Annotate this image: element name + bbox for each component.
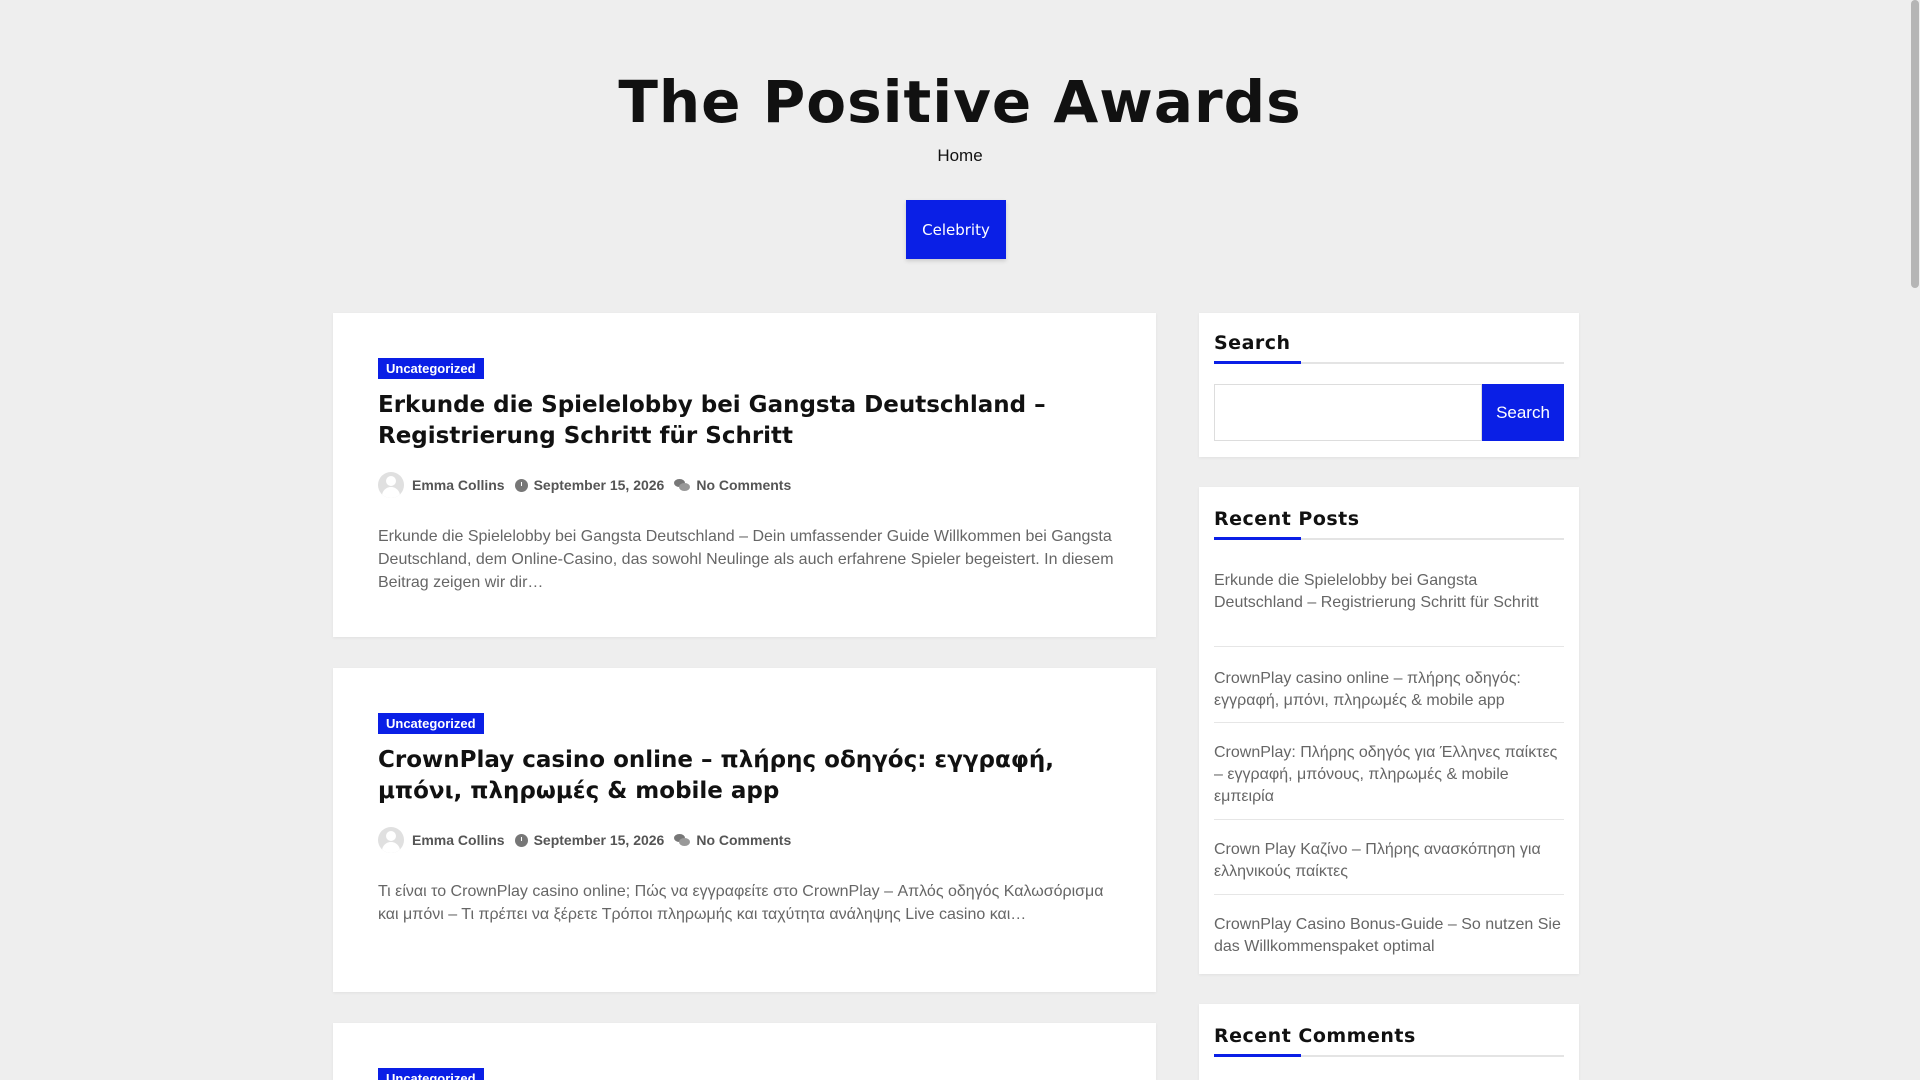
avatar[interactable] [378, 827, 404, 853]
search-input[interactable] [1214, 384, 1482, 441]
post-title[interactable]: Erkunde die Spielelobby bei Gangsta Deut… [378, 390, 1118, 452]
site-title[interactable]: The Positive Awards [0, 64, 1920, 140]
post-meta: Emma Collins September 15, 2026 No Comme… [378, 471, 791, 499]
recent-post-link[interactable]: CrownPlay Casino Bonus-Guide – So nutzen… [1214, 914, 1564, 958]
widget-divider [1214, 361, 1564, 364]
post-date[interactable]: September 15, 2026 [534, 832, 665, 848]
page-scrollbar[interactable] [1910, 0, 1920, 1080]
divider [1214, 894, 1564, 895]
widget-title-search: Search [1214, 332, 1291, 354]
post-comments[interactable]: No Comments [696, 477, 791, 493]
post-comments[interactable]: No Comments [696, 832, 791, 848]
widget-divider [1214, 537, 1564, 540]
post-title[interactable]: CrownPlay casino online – πλήρης οδηγός:… [378, 745, 1118, 807]
widget-title-recent-comments: Recent Comments [1214, 1025, 1416, 1047]
post-author[interactable]: Emma Collins [412, 832, 505, 848]
widget-divider [1214, 1054, 1564, 1057]
post-excerpt: Τι είναι το CrownPlay casino online; Πώς… [378, 883, 1104, 923]
post-card: Uncategorized [333, 1023, 1156, 1080]
scrollbar-thumb[interactable] [1911, 0, 1919, 288]
post-date[interactable]: September 15, 2026 [534, 477, 665, 493]
post-card: Uncategorized CrownPlay casino online – … [333, 668, 1156, 992]
search-widget: Search Search [1199, 313, 1579, 457]
divider [1214, 722, 1564, 723]
category-badge[interactable]: Uncategorized [378, 1068, 484, 1080]
post-card: Uncategorized Erkunde die Spielelobby be… [333, 313, 1156, 637]
post-meta: Emma Collins September 15, 2026 No Comme… [378, 826, 791, 854]
category-badge[interactable]: Uncategorized [378, 358, 484, 379]
category-badge[interactable]: Uncategorized [378, 713, 484, 734]
avatar[interactable] [378, 472, 404, 498]
divider [1214, 819, 1564, 820]
nav-home-link[interactable]: Home [0, 146, 1920, 166]
recent-post-link[interactable]: Erkunde die Spielelobby bei Gangsta Deut… [1214, 570, 1564, 614]
widget-title-recent-posts: Recent Posts [1214, 508, 1360, 530]
celebrity-nav-button[interactable]: Celebrity [906, 200, 1006, 259]
comments-icon [674, 479, 691, 491]
post-excerpt: Erkunde die Spielelobby bei Gangsta Deut… [378, 528, 1114, 591]
recent-post-link[interactable]: CrownPlay casino online – πλήρης οδηγός:… [1214, 668, 1564, 712]
clock-icon [514, 833, 528, 847]
divider [1214, 646, 1564, 647]
clock-icon [514, 478, 528, 492]
recent-comments-widget: Recent Comments [1199, 1004, 1579, 1080]
recent-post-link[interactable]: CrownPlay: Πλήρης οδηγός για Έλληνες παί… [1214, 742, 1564, 808]
post-author[interactable]: Emma Collins [412, 477, 505, 493]
search-button[interactable]: Search [1482, 384, 1564, 441]
recent-post-link[interactable]: Crown Play Καζίνο – Πλήρης ανασκόπηση γι… [1214, 839, 1564, 883]
comments-icon [674, 834, 691, 846]
recent-posts-widget: Recent Posts Erkunde die Spielelobby bei… [1199, 487, 1579, 974]
